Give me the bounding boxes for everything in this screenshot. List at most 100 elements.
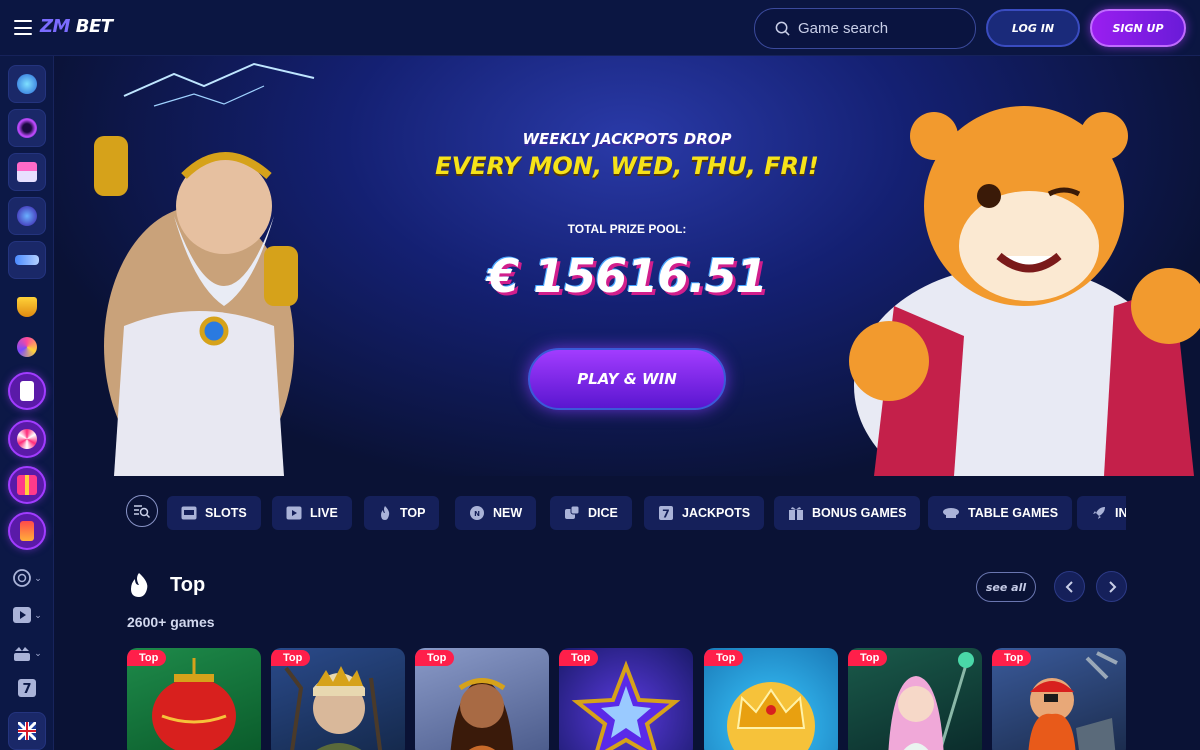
chevron-down-icon: ⌄ (34, 647, 42, 658)
carousel-next-button[interactable] (1096, 571, 1127, 602)
game-tile[interactable]: Top (271, 648, 405, 750)
sidebar-item-cards[interactable] (8, 372, 46, 410)
svg-text:7: 7 (22, 682, 31, 697)
category-tab-table-games[interactable]: TABLE GAMES (928, 496, 1073, 530)
slot-machine-icon (20, 521, 34, 541)
category-tab-top[interactable]: TOP (364, 496, 440, 530)
menu-icon[interactable] (14, 20, 32, 35)
crystal-ball-icon (17, 74, 37, 94)
sidebar: ⌄ ⌄ ⌄ 7 (0, 56, 54, 750)
rocket-icon (1091, 505, 1107, 521)
sidebar-item-potion[interactable] (8, 197, 46, 235)
section-title: Top (170, 574, 206, 596)
game-tile[interactable]: Top (704, 648, 838, 750)
top-badge: Top (848, 650, 888, 666)
new-badge-icon: N (469, 505, 485, 521)
sidebar-item-gift[interactable] (8, 466, 46, 504)
roulette-icon (13, 569, 32, 587)
logo-suffix: BET (69, 16, 113, 37)
category-label: JACKPOTS (682, 506, 751, 520)
crown-777-icon (14, 647, 31, 661)
carousel-prev-button[interactable] (1054, 571, 1085, 602)
category-label: IN (1115, 506, 1126, 520)
game-tile[interactable]: Top (992, 648, 1126, 750)
sidebar-item-live[interactable]: ⌄ (8, 596, 46, 634)
sidebar-item-slot-machine[interactable] (8, 512, 46, 550)
filter-search-icon (134, 505, 151, 519)
category-label: BONUS GAMES (812, 506, 907, 520)
category-tab-dice[interactable]: DICE (550, 496, 632, 530)
game-tile[interactable]: Top (559, 648, 693, 750)
chevron-left-icon (1065, 580, 1073, 593)
category-tab-slots[interactable]: SLOTS (167, 496, 261, 530)
hero-banner[interactable]: WEEKLY JACKPOTS DROP EVERY MON, WED, THU… (54, 56, 1200, 476)
category-tab-live[interactable]: LIVE (272, 496, 352, 530)
sidebar-item-shop[interactable] (8, 153, 46, 191)
chevron-down-icon: ⌄ (34, 572, 42, 583)
portal-icon (17, 118, 37, 138)
game-tile[interactable]: Top (415, 648, 549, 750)
fire-icon (378, 505, 392, 521)
sidebar-item-fortune-wheel[interactable] (8, 420, 46, 458)
hero-subtitle: WEEKLY JACKPOTS DROP (522, 130, 732, 148)
sidebar-item-jackpots[interactable]: 7 (8, 669, 46, 707)
see-all-button[interactable]: see all (976, 572, 1036, 602)
seven-icon: 7 (658, 505, 674, 521)
category-tab-bonus-games[interactable]: BONUS GAMES (774, 496, 921, 530)
category-label: TOP (400, 506, 426, 520)
gift-icon (788, 505, 804, 521)
top-badge: Top (271, 650, 311, 666)
seven-icon: 7 (18, 679, 36, 697)
search-icon (775, 21, 790, 36)
sidebar-item-casino[interactable]: ⌄ (8, 634, 46, 672)
fortune-wheel-icon (17, 429, 37, 449)
live-play-icon (13, 607, 32, 623)
category-label: TABLE GAMES (968, 506, 1059, 520)
category-tab-new[interactable]: N NEW (455, 496, 537, 530)
signup-button[interactable]: SIGN UP (1090, 9, 1186, 47)
game-tile[interactable]: Top (127, 648, 261, 750)
site-logo[interactable]: ZM BET (40, 16, 113, 37)
top-badge: Top (415, 650, 455, 666)
car-icon (15, 255, 39, 265)
category-tab-jackpots[interactable]: 7 JACKPOTS (644, 496, 765, 530)
gift-icon (17, 475, 37, 495)
search-box[interactable] (754, 8, 976, 49)
sidebar-item-racing[interactable] (8, 241, 46, 279)
playing-card-icon (20, 381, 34, 401)
svg-text:7: 7 (662, 508, 670, 521)
top-badge: Top (992, 650, 1032, 666)
sidebar-item-wheel[interactable] (8, 328, 46, 366)
sidebar-item-sports[interactable]: ⌄ (8, 559, 46, 597)
category-bar: SLOTS LIVE TOP N NEW DICE 7 JACKPOTS BONUS… (126, 494, 1126, 532)
top-badge: Top (704, 650, 744, 666)
sidebar-item-crystal-ball[interactable] (8, 65, 46, 103)
top-header: ZM BET LOG IN SIGN UP (0, 0, 1200, 56)
search-input[interactable] (798, 20, 958, 37)
play-and-win-button[interactable]: PLAY & WIN (528, 348, 726, 410)
sidebar-item-portal[interactable] (8, 109, 46, 147)
chevron-right-icon (1108, 580, 1116, 593)
category-label: DICE (588, 506, 618, 520)
login-button[interactable]: LOG IN (986, 9, 1080, 47)
prize-pool-amount: € 15616.51 (487, 249, 768, 303)
prize-pool-label: TOTAL PRIZE POOL: (567, 222, 687, 236)
fire-icon (131, 573, 148, 597)
category-tab-instant[interactable]: IN (1077, 496, 1126, 530)
slots-icon (181, 506, 197, 520)
svg-text:N: N (474, 510, 480, 518)
game-tile[interactable]: Top (848, 648, 982, 750)
trophy-icon (17, 297, 37, 317)
logo-prefix: ZM (40, 16, 70, 37)
category-label: LIVE (310, 506, 338, 520)
table-icon (942, 506, 960, 520)
top-badge: Top (559, 650, 599, 666)
sidebar-item-tournaments[interactable] (8, 288, 46, 326)
chevron-down-icon: ⌄ (34, 609, 42, 620)
language-selector[interactable] (8, 712, 46, 750)
top-badge: Top (127, 650, 167, 666)
bonus-wheel-icon (17, 337, 37, 357)
section-game-count: 2600+ games (127, 614, 215, 630)
potion-icon (17, 206, 37, 226)
category-search-button[interactable] (126, 495, 158, 527)
